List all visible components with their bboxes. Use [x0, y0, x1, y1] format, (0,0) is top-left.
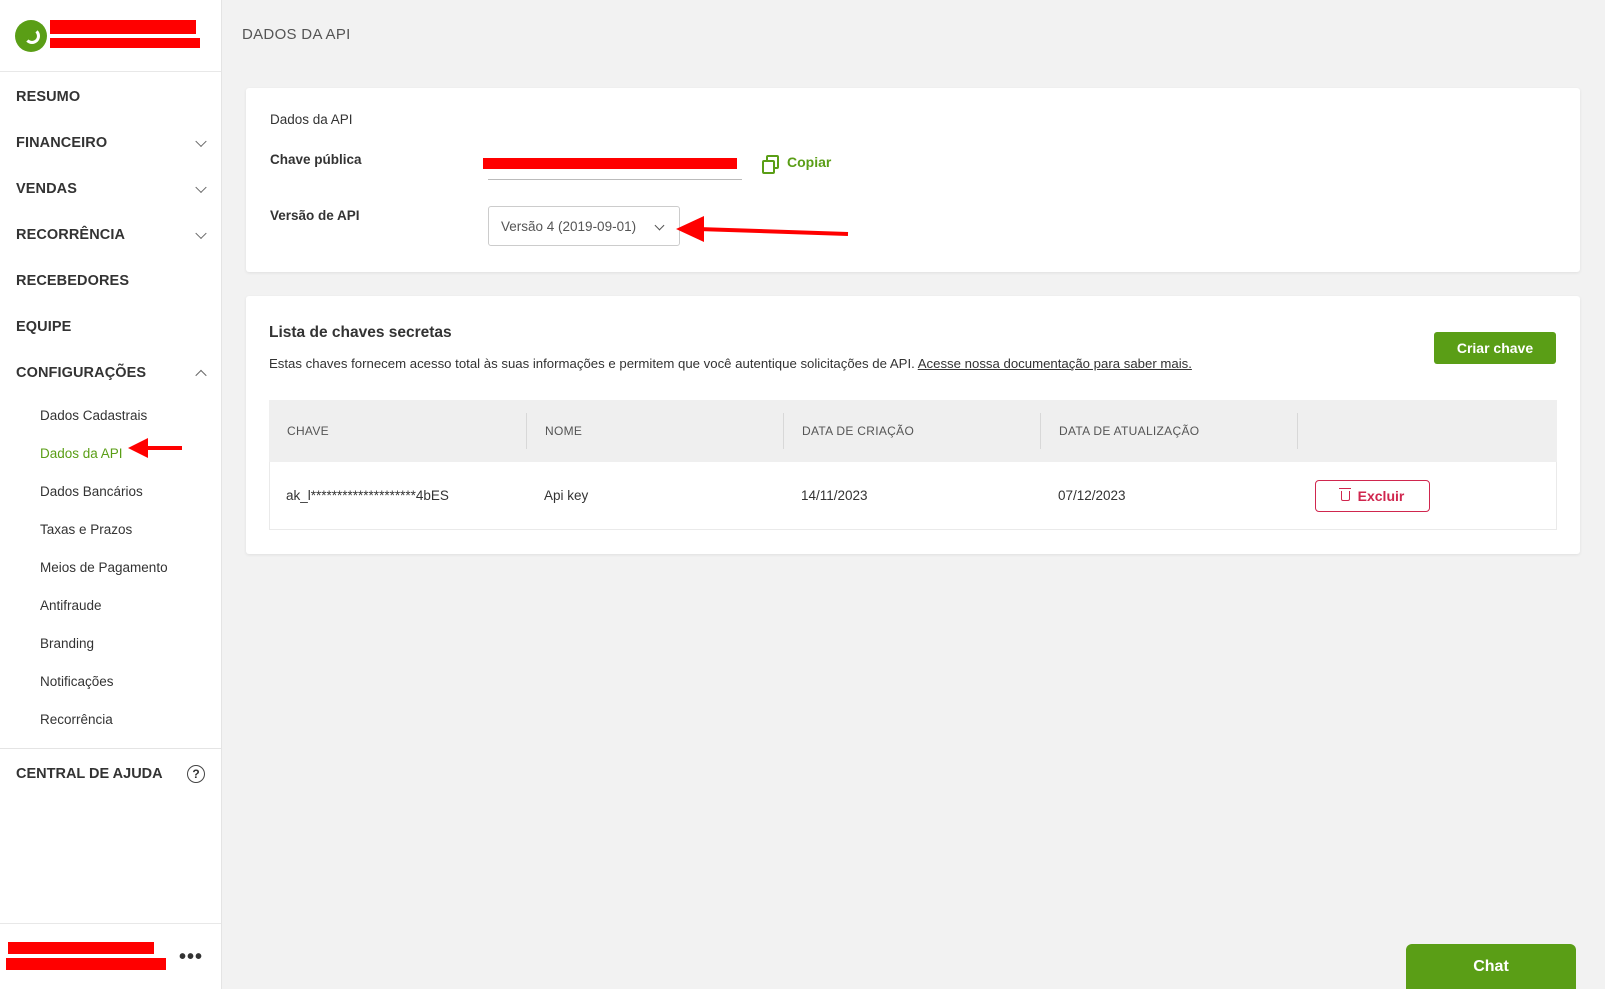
sidebar-item-recebedores[interactable]: RECEBEDORES	[0, 258, 221, 304]
sidebar-subitem-label: Meios de Pagamento	[40, 559, 168, 575]
sidebar-subitem-label: Taxas e Prazos	[40, 521, 133, 537]
sidebar-item-resumo[interactable]: RESUMO	[0, 74, 221, 120]
sidebar-subitem-notificacoes[interactable]: Notificações	[0, 662, 221, 700]
sidebar-item-label: EQUIPE	[16, 319, 72, 335]
sidebar-subitem-label: Recorrência	[40, 711, 113, 727]
sidebar-subitem-label: Branding	[40, 635, 95, 651]
cell-name: Api key	[544, 488, 589, 503]
redacted-company-name	[50, 20, 196, 34]
sidebar-subitem-label: Dados da API	[40, 445, 123, 461]
more-options-icon[interactable]: •••	[179, 946, 203, 969]
sidebar-subitem-taxas-e-prazos[interactable]: Taxas e Prazos	[0, 510, 221, 548]
sidebar-item-label: RECEBEDORES	[16, 273, 130, 289]
documentation-link[interactable]: Acesse nossa documentação para saber mai…	[918, 356, 1192, 371]
cell-key: ak_l********************4bES	[286, 488, 449, 503]
sidebar-subitem-label: Antifraude	[40, 597, 102, 613]
chevron-down-icon	[195, 227, 207, 240]
cell-updated: 07/12/2023	[1058, 488, 1126, 503]
secret-keys-title: Lista de chaves secretas	[269, 324, 452, 341]
column-header-nome: NOME	[527, 413, 784, 449]
copy-label: Copiar	[787, 154, 832, 170]
sidebar-subitem-meios-de-pagamento[interactable]: Meios de Pagamento	[0, 548, 221, 586]
logo-icon[interactable]	[15, 20, 47, 52]
sidebar-item-equipe[interactable]: EQUIPE	[0, 304, 221, 350]
sidebar-subitem-antifraude[interactable]: Antifraude	[0, 586, 221, 624]
api-version-select[interactable]: Versão 4 (2019-09-01)	[488, 206, 680, 246]
sidebar-item-label: RESUMO	[16, 89, 81, 105]
sidebar-nav: RESUMO FINANCEIRO VENDAS RECORRÊNCIA REC…	[0, 74, 221, 396]
help-icon: ?	[187, 765, 205, 783]
sidebar-subitem-dados-da-api[interactable]: Dados da API	[0, 434, 221, 472]
redacted-user-email	[6, 958, 166, 970]
user-footer: •••	[0, 923, 221, 989]
column-header-data-atualizacao: DATA DE ATUALIZAÇÃO	[1041, 413, 1298, 449]
sidebar-item-vendas[interactable]: VENDAS	[0, 166, 221, 212]
public-key-label: Chave pública	[270, 152, 362, 167]
api-version-label: Versão de API	[270, 208, 360, 223]
redacted-public-key	[483, 158, 737, 169]
sidebar: RESUMO FINANCEIRO VENDAS RECORRÊNCIA REC…	[0, 0, 222, 989]
column-header-chave: CHAVE	[269, 413, 527, 449]
chevron-down-icon	[195, 135, 207, 148]
table-header: CHAVE NOME DATA DE CRIAÇÃO DATA DE ATUAL…	[269, 400, 1557, 462]
api-data-card: Dados da API Chave pública Copiar Versão…	[246, 88, 1580, 272]
sidebar-subitem-dados-bancarios[interactable]: Dados Bancários	[0, 472, 221, 510]
chat-button[interactable]: Chat	[1406, 944, 1576, 989]
chevron-down-icon	[654, 220, 665, 231]
sidebar-subitem-label: Dados Bancários	[40, 483, 143, 499]
sidebar-item-label: VENDAS	[16, 181, 78, 197]
api-data-heading: Dados da API	[270, 112, 353, 127]
delete-label: Excluir	[1357, 487, 1405, 504]
sidebar-subitem-label: Notificações	[40, 673, 114, 689]
secret-keys-card: Lista de chaves secretas Estas chaves fo…	[246, 296, 1580, 554]
sidebar-item-recorrencia[interactable]: RECORRÊNCIA	[0, 212, 221, 258]
column-header-data-criacao: DATA DE CRIAÇÃO	[784, 413, 1041, 449]
copy-button[interactable]: Copiar	[762, 154, 832, 174]
secret-keys-table: CHAVE NOME DATA DE CRIAÇÃO DATA DE ATUAL…	[269, 400, 1557, 530]
trash-icon	[1338, 487, 1351, 501]
help-center-link[interactable]: CENTRAL DE AJUDA ?	[0, 749, 221, 799]
page-title: DADOS DA API	[242, 26, 351, 43]
redacted-company-subtitle	[50, 38, 200, 48]
api-version-value: Versão 4 (2019-09-01)	[501, 218, 637, 234]
sidebar-item-label: CONFIGURAÇÕES	[16, 365, 147, 381]
secret-keys-description: Estas chaves fornecem acesso total às su…	[269, 356, 1192, 371]
create-key-button[interactable]: Criar chave	[1434, 332, 1556, 364]
annotation-arrow-version	[676, 216, 849, 242]
annotation-arrow-sidebar	[128, 438, 182, 458]
sidebar-item-label: FINANCEIRO	[16, 135, 108, 151]
redacted-user-name	[8, 942, 154, 954]
table-row: ak_l********************4bES Api key 14/…	[269, 462, 1557, 530]
sidebar-subitem-dados-cadastrais[interactable]: Dados Cadastrais	[0, 396, 221, 434]
sidebar-item-label: RECORRÊNCIA	[16, 227, 126, 243]
sidebar-subitem-label: Dados Cadastrais	[40, 407, 148, 423]
sidebar-subitem-branding[interactable]: Branding	[0, 624, 221, 662]
delete-key-button[interactable]: Excluir	[1315, 479, 1430, 512]
secret-keys-description-text: Estas chaves fornecem acesso total às su…	[269, 356, 918, 371]
sidebar-submenu-configuracoes: Dados Cadastrais Dados da API Dados Banc…	[0, 396, 221, 738]
help-center-label: CENTRAL DE AJUDA	[16, 766, 163, 782]
copy-icon	[762, 155, 779, 174]
sidebar-subitem-recorrencia[interactable]: Recorrência	[0, 700, 221, 738]
sidebar-item-financeiro[interactable]: FINANCEIRO	[0, 120, 221, 166]
brand-header	[0, 0, 221, 72]
chevron-up-icon	[195, 369, 207, 382]
cell-created: 14/11/2023	[801, 488, 868, 503]
sidebar-item-configuracoes[interactable]: CONFIGURAÇÕES	[0, 350, 221, 396]
chevron-down-icon	[195, 181, 207, 194]
